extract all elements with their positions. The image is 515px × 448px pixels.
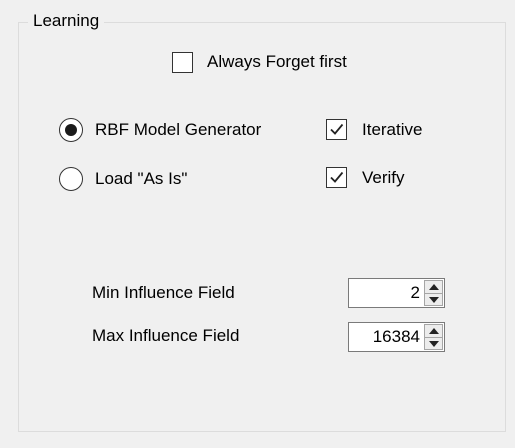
max-influence-field-value[interactable]: 16384 xyxy=(373,323,420,351)
groupbox-title: Learning xyxy=(28,10,105,32)
always-forget-checkbox[interactable] xyxy=(172,52,193,73)
arrow-up-icon xyxy=(429,284,439,290)
checkmark-icon xyxy=(330,171,344,183)
max-influence-field-label: Max Influence Field xyxy=(92,326,240,345)
min-influence-field-stepper[interactable]: 2 xyxy=(348,278,445,308)
min-influence-increment-button[interactable] xyxy=(424,280,443,294)
load-as-is-label: Load "As Is" xyxy=(95,169,188,188)
min-influence-field-label: Min Influence Field xyxy=(92,283,235,302)
iterative-label: Iterative xyxy=(362,120,423,139)
radio-selected-dot xyxy=(65,124,77,136)
max-influence-field-stepper[interactable]: 16384 xyxy=(348,322,445,352)
verify-label: Verify xyxy=(362,168,405,187)
max-influence-increment-button[interactable] xyxy=(424,324,443,338)
arrow-up-icon xyxy=(429,328,439,334)
always-forget-label: Always Forget first xyxy=(207,52,347,71)
learning-panel: Learning Always Forget first RBF Model G… xyxy=(0,0,515,448)
learning-groupbox xyxy=(18,22,506,432)
max-influence-spin-buttons xyxy=(424,324,443,350)
max-influence-decrement-button[interactable] xyxy=(424,337,443,350)
iterative-checkbox[interactable] xyxy=(326,119,347,140)
rbf-model-generator-radio[interactable] xyxy=(59,118,83,142)
arrow-down-icon xyxy=(429,296,439,303)
arrow-down-icon xyxy=(429,340,439,347)
rbf-model-generator-label: RBF Model Generator xyxy=(95,120,262,139)
verify-checkbox[interactable] xyxy=(326,167,347,188)
min-influence-spin-buttons xyxy=(424,280,443,306)
min-influence-decrement-button[interactable] xyxy=(424,293,443,306)
min-influence-field-value[interactable]: 2 xyxy=(411,279,420,307)
checkmark-icon xyxy=(330,123,344,135)
load-as-is-radio[interactable] xyxy=(59,167,83,191)
